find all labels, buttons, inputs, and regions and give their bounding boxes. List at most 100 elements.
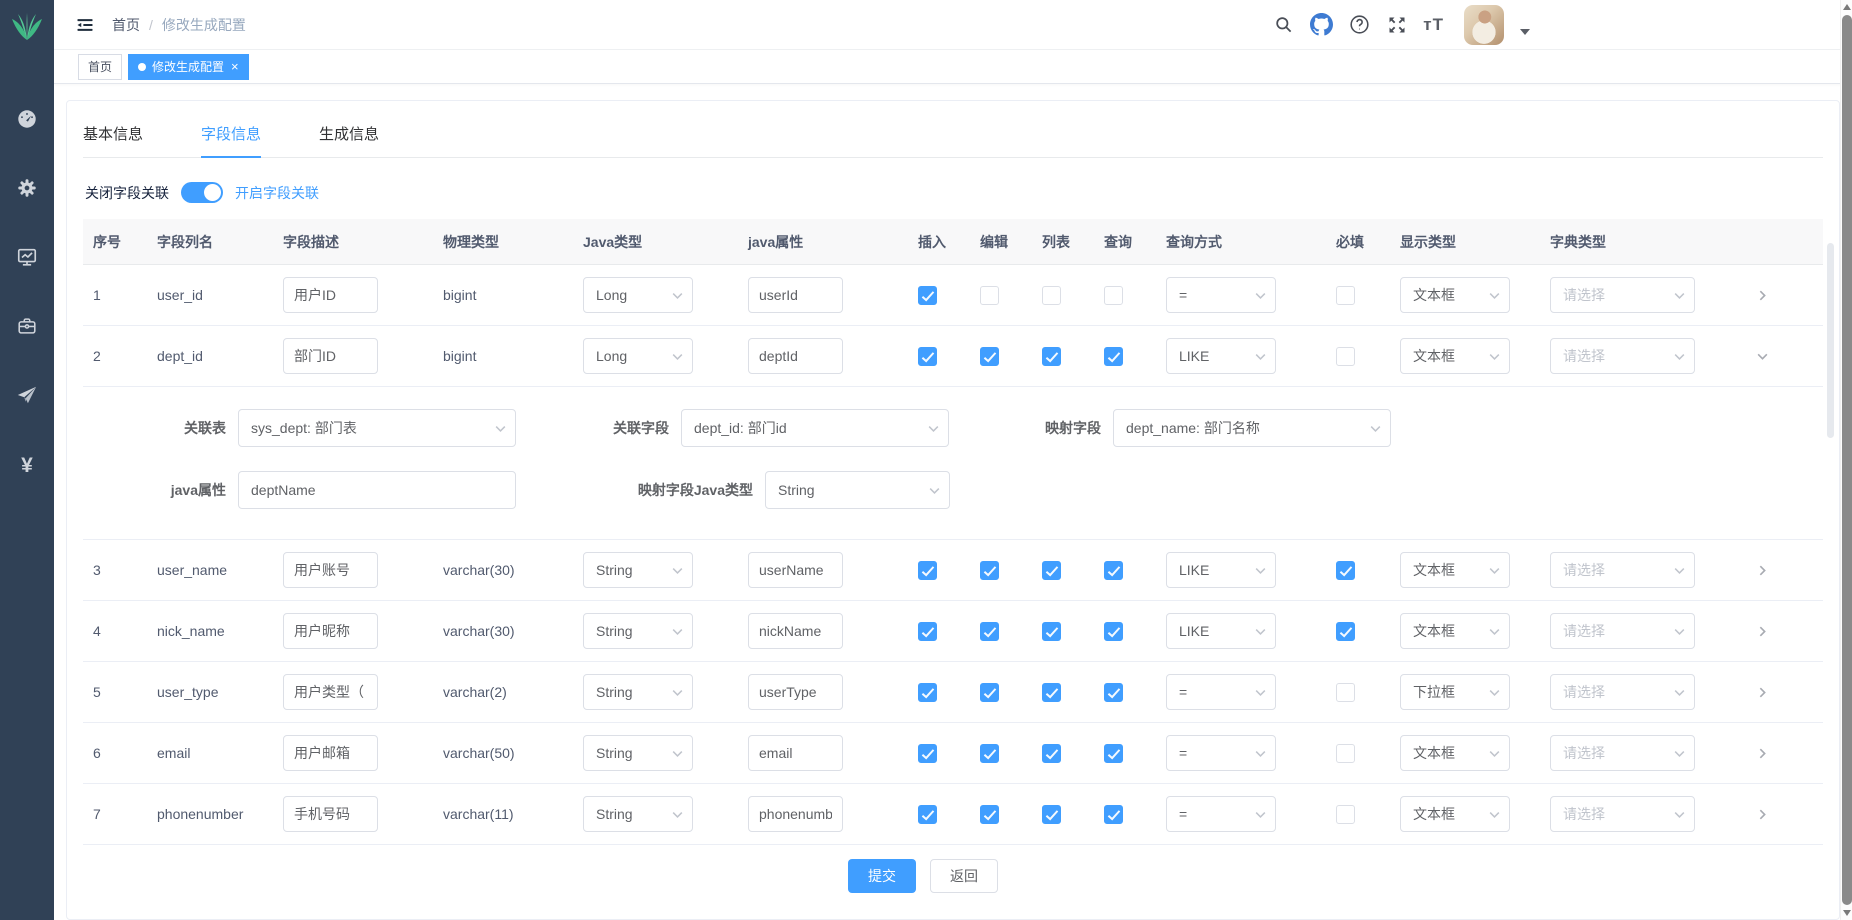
edit-checkbox[interactable]: [980, 561, 999, 580]
insert-checkbox[interactable]: [918, 347, 937, 366]
tab-gen-info[interactable]: 生成信息: [319, 113, 379, 157]
tab-basic-info[interactable]: 基本信息: [83, 113, 143, 157]
java-type-select[interactable]: String: [583, 552, 693, 588]
page-scrollbar-thumb[interactable]: [1842, 15, 1852, 905]
required-checkbox[interactable]: [1336, 683, 1355, 702]
back-button[interactable]: 返回: [930, 859, 998, 893]
java-type-select[interactable]: String: [583, 735, 693, 771]
query-checkbox[interactable]: [1104, 683, 1123, 702]
column-desc-input[interactable]: [283, 552, 378, 588]
java-type-select[interactable]: String: [583, 674, 693, 710]
dict-type-select[interactable]: 请选择: [1550, 552, 1695, 588]
display-type-select[interactable]: 下拉框: [1400, 674, 1510, 710]
tab-field-info[interactable]: 字段信息: [201, 113, 261, 157]
column-desc-input[interactable]: [283, 735, 378, 771]
column-desc-input[interactable]: [283, 338, 378, 374]
display-type-select[interactable]: 文本框: [1400, 277, 1510, 313]
chevron-right-icon[interactable]: [1750, 680, 1774, 704]
chevron-down-icon[interactable]: [1750, 344, 1774, 368]
query-type-select[interactable]: =: [1166, 796, 1276, 832]
app-logo[interactable]: [0, 0, 54, 56]
chevron-right-icon[interactable]: [1750, 283, 1774, 307]
list-checkbox[interactable]: [1042, 286, 1061, 305]
list-checkbox[interactable]: [1042, 744, 1061, 763]
java-field-input[interactable]: [748, 277, 843, 313]
sidebar-item-pay[interactable]: ¥: [0, 431, 54, 500]
query-checkbox[interactable]: [1104, 622, 1123, 641]
java-field-input[interactable]: [748, 796, 843, 832]
query-checkbox[interactable]: [1104, 805, 1123, 824]
sidebar-item-dashboard[interactable]: [0, 86, 54, 155]
list-checkbox[interactable]: [1042, 622, 1061, 641]
dict-type-select[interactable]: 请选择: [1550, 613, 1695, 649]
table-scrollbar-thumb[interactable]: [1827, 243, 1834, 438]
java-field-input[interactable]: [748, 552, 843, 588]
required-checkbox[interactable]: [1336, 622, 1355, 641]
list-checkbox[interactable]: [1042, 805, 1061, 824]
java-field-input[interactable]: [748, 674, 843, 710]
sidebar-item-system[interactable]: [0, 155, 54, 224]
column-desc-input[interactable]: [283, 796, 378, 832]
required-checkbox[interactable]: [1336, 805, 1355, 824]
insert-checkbox[interactable]: [918, 805, 937, 824]
query-type-select[interactable]: LIKE: [1166, 613, 1276, 649]
column-desc-input[interactable]: [283, 277, 378, 313]
scroll-down-icon[interactable]: [1843, 910, 1851, 916]
query-checkbox[interactable]: [1104, 286, 1123, 305]
required-checkbox[interactable]: [1336, 561, 1355, 580]
query-type-select[interactable]: LIKE: [1166, 552, 1276, 588]
insert-checkbox[interactable]: [918, 622, 937, 641]
java-type-select[interactable]: Long: [583, 338, 693, 374]
sidebar-item-monitor[interactable]: [0, 224, 54, 293]
list-checkbox[interactable]: [1042, 683, 1061, 702]
java-type-select[interactable]: String: [583, 613, 693, 649]
required-checkbox[interactable]: [1336, 347, 1355, 366]
field-relation-toggle[interactable]: [181, 182, 223, 203]
insert-checkbox[interactable]: [918, 683, 937, 702]
help-icon[interactable]: [1347, 13, 1371, 37]
list-checkbox[interactable]: [1042, 561, 1061, 580]
dict-type-select[interactable]: 请选择: [1550, 338, 1695, 374]
insert-checkbox[interactable]: [918, 744, 937, 763]
required-checkbox[interactable]: [1336, 286, 1355, 305]
sidebar-item-guide[interactable]: [0, 362, 54, 431]
display-type-select[interactable]: 文本框: [1400, 735, 1510, 771]
query-checkbox[interactable]: [1104, 744, 1123, 763]
dict-type-select[interactable]: 请选择: [1550, 735, 1695, 771]
list-checkbox[interactable]: [1042, 347, 1061, 366]
display-type-select[interactable]: 文本框: [1400, 613, 1510, 649]
sidebar-fold-icon[interactable]: [68, 8, 102, 42]
page-scrollbar[interactable]: [1840, 0, 1852, 920]
tag-modify-gen-config[interactable]: 修改生成配置 ×: [128, 54, 249, 80]
dict-type-select[interactable]: 请选择: [1550, 674, 1695, 710]
column-desc-input[interactable]: [283, 613, 378, 649]
tag-home[interactable]: 首页: [78, 54, 122, 80]
query-checkbox[interactable]: [1104, 561, 1123, 580]
java-field-input[interactable]: [748, 735, 843, 771]
fullscreen-icon[interactable]: [1385, 13, 1409, 37]
caret-down-icon[interactable]: [1520, 29, 1530, 35]
query-type-select[interactable]: LIKE: [1166, 338, 1276, 374]
chevron-right-icon[interactable]: [1750, 619, 1774, 643]
chevron-right-icon[interactable]: [1750, 558, 1774, 582]
edit-checkbox[interactable]: [980, 286, 999, 305]
avatar[interactable]: [1464, 5, 1504, 45]
chevron-right-icon[interactable]: [1750, 741, 1774, 765]
breadcrumb-home[interactable]: 首页: [112, 15, 140, 35]
display-type-select[interactable]: 文本框: [1400, 796, 1510, 832]
mapping-field-select[interactable]: dept_name: 部门名称: [1113, 409, 1391, 447]
sidebar-item-tool[interactable]: [0, 293, 54, 362]
column-desc-input[interactable]: [283, 674, 378, 710]
edit-checkbox[interactable]: [980, 744, 999, 763]
chevron-right-icon[interactable]: [1750, 802, 1774, 826]
display-type-select[interactable]: 文本框: [1400, 338, 1510, 374]
relation-table-select[interactable]: sys_dept: 部门表: [238, 409, 516, 447]
dict-type-select[interactable]: 请选择: [1550, 277, 1695, 313]
java-field-input[interactable]: [238, 471, 516, 509]
edit-checkbox[interactable]: [980, 622, 999, 641]
query-type-select[interactable]: =: [1166, 735, 1276, 771]
submit-button[interactable]: 提交: [848, 859, 916, 893]
dict-type-select[interactable]: 请选择: [1550, 796, 1695, 832]
scroll-up-icon[interactable]: [1843, 4, 1851, 10]
query-type-select[interactable]: =: [1166, 277, 1276, 313]
